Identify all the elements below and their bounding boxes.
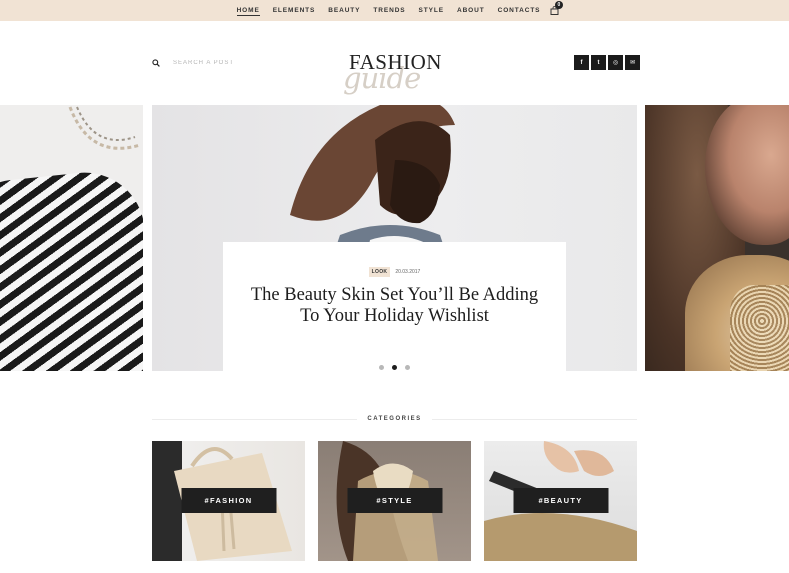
nav-item-style[interactable]: STYLE: [419, 0, 444, 21]
site-logo[interactable]: guide FASHION: [335, 46, 455, 98]
slide-main-image[interactable]: LOOK 20.03.2017 The Beauty Skin Set You’…: [152, 105, 637, 371]
divider-left: [152, 418, 358, 420]
search-bar: [152, 57, 283, 69]
category-tile-style[interactable]: #STYLE: [318, 441, 471, 561]
post-meta: LOOK 20.03.2017: [223, 267, 566, 277]
cart-count-badge: 0: [554, 1, 563, 9]
post-title[interactable]: The Beauty Skin Set You’ll Be Adding To …: [243, 285, 546, 327]
category-label-style: #STYLE: [347, 488, 442, 513]
slider-dots: [379, 365, 418, 370]
category-tile-fashion[interactable]: #FASHION: [152, 441, 305, 561]
sequin-dress-shape: [730, 285, 789, 371]
post-date: 20.03.2017: [395, 269, 421, 275]
nav-item-trends[interactable]: TRENDS: [373, 0, 405, 21]
nav-item-about[interactable]: ABOUT: [457, 0, 485, 21]
slider-dot-1[interactable]: [379, 365, 384, 370]
necklace-image: [68, 106, 141, 150]
social-links: f t ◎ ✉: [572, 55, 640, 70]
slider-dot-3[interactable]: [405, 365, 410, 370]
categories-title: CATEGORIES: [367, 416, 422, 422]
search-icon[interactable]: [152, 59, 160, 67]
nav-item-elements[interactable]: ELEMENTS: [273, 0, 316, 21]
cart-button[interactable]: 0: [550, 1, 563, 15]
categories-heading: CATEGORIES: [152, 414, 638, 424]
twitter-icon[interactable]: t: [591, 55, 606, 70]
slide-next-image[interactable]: [645, 105, 789, 371]
facebook-icon[interactable]: f: [574, 55, 589, 70]
nav-item-contacts[interactable]: CONTACTS: [498, 0, 541, 21]
nav-item-beauty[interactable]: BEAUTY: [328, 0, 360, 21]
featured-post-card: LOOK 20.03.2017 The Beauty Skin Set You’…: [223, 242, 566, 371]
logo-main-text: FASHION: [349, 50, 442, 74]
category-tile-beauty[interactable]: #BEAUTY: [484, 441, 637, 561]
slide-prev-image[interactable]: [0, 105, 143, 371]
category-label-fashion: #FASHION: [181, 488, 276, 513]
instagram-icon[interactable]: ◎: [608, 55, 623, 70]
striped-garment-image: [0, 166, 143, 371]
slider-dot-2[interactable]: [392, 365, 397, 370]
hat-portrait-image: [290, 105, 455, 265]
email-icon[interactable]: ✉: [625, 55, 640, 70]
category-label-beauty: #BEAUTY: [513, 488, 608, 513]
main-nav: HOME ELEMENTS BEAUTY TRENDS STYLE ABOUT …: [0, 0, 789, 21]
nav-item-home[interactable]: HOME: [236, 0, 260, 21]
divider-right: [431, 418, 638, 420]
post-category-tag[interactable]: LOOK: [368, 267, 391, 277]
search-input[interactable]: [173, 60, 283, 66]
